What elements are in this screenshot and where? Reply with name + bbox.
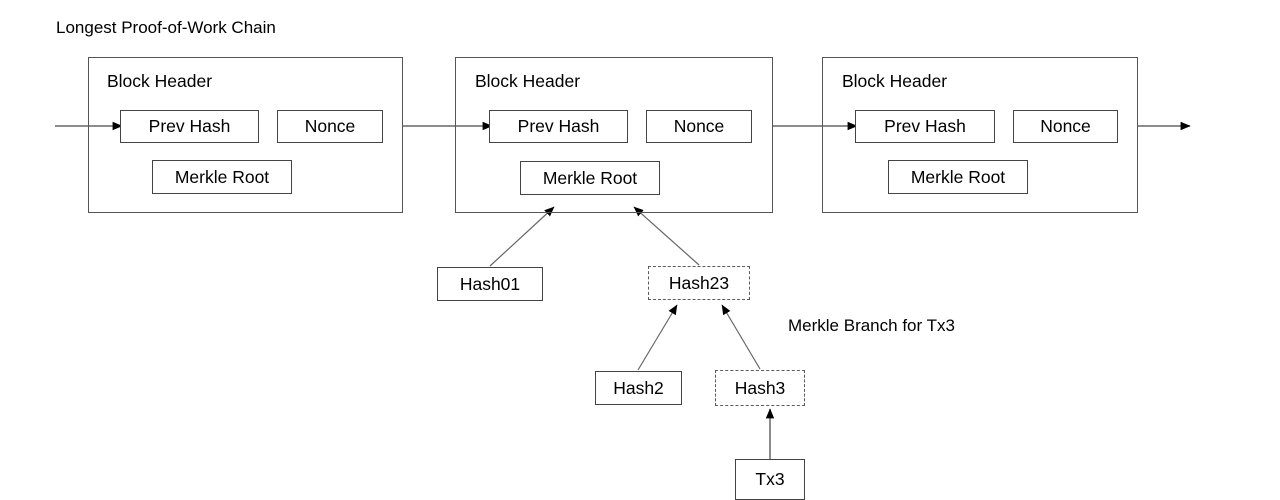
nonce-box-1[interactable]: Nonce — [277, 110, 383, 143]
merkle-root-box-3[interactable]: Merkle Root — [888, 160, 1028, 194]
arrow-hash01-to-merkle-root — [489, 206, 555, 267]
page-title: Longest Proof-of-Work Chain — [56, 18, 276, 37]
block-header-label-2: Block Header — [475, 71, 581, 91]
prev-hash-box-3[interactable]: Prev Hash — [855, 110, 995, 143]
nonce-box-2[interactable]: Nonce — [646, 110, 752, 143]
block-header-label-3: Block Header — [842, 71, 948, 91]
transaction-node-tx3[interactable]: Tx3 — [735, 459, 805, 500]
merkle-root-box-1[interactable]: Merkle Root — [152, 160, 292, 194]
prev-hash-box-1[interactable]: Prev Hash — [120, 110, 259, 143]
diagram-canvas: Longest Proof-of-Work Chain Block Header… — [0, 0, 1280, 500]
block-header-label-1: Block Header — [107, 71, 213, 91]
merkle-node-hash2[interactable]: Hash2 — [595, 371, 682, 405]
merkle-root-box-2[interactable]: Merkle Root — [520, 161, 660, 195]
merkle-branch-caption: Merkle Branch for Tx3 — [788, 316, 955, 335]
arrow-hash3-to-hash23 — [721, 304, 761, 370]
nonce-box-3[interactable]: Nonce — [1013, 110, 1118, 143]
merkle-node-hash01[interactable]: Hash01 — [437, 267, 543, 301]
prev-hash-box-2[interactable]: Prev Hash — [489, 110, 628, 143]
merkle-node-hash23[interactable]: Hash23 — [648, 266, 750, 300]
arrow-hash23-to-merkle-root — [633, 206, 700, 266]
arrow-hash2-to-hash23 — [637, 304, 678, 371]
merkle-node-hash3[interactable]: Hash3 — [715, 370, 805, 406]
